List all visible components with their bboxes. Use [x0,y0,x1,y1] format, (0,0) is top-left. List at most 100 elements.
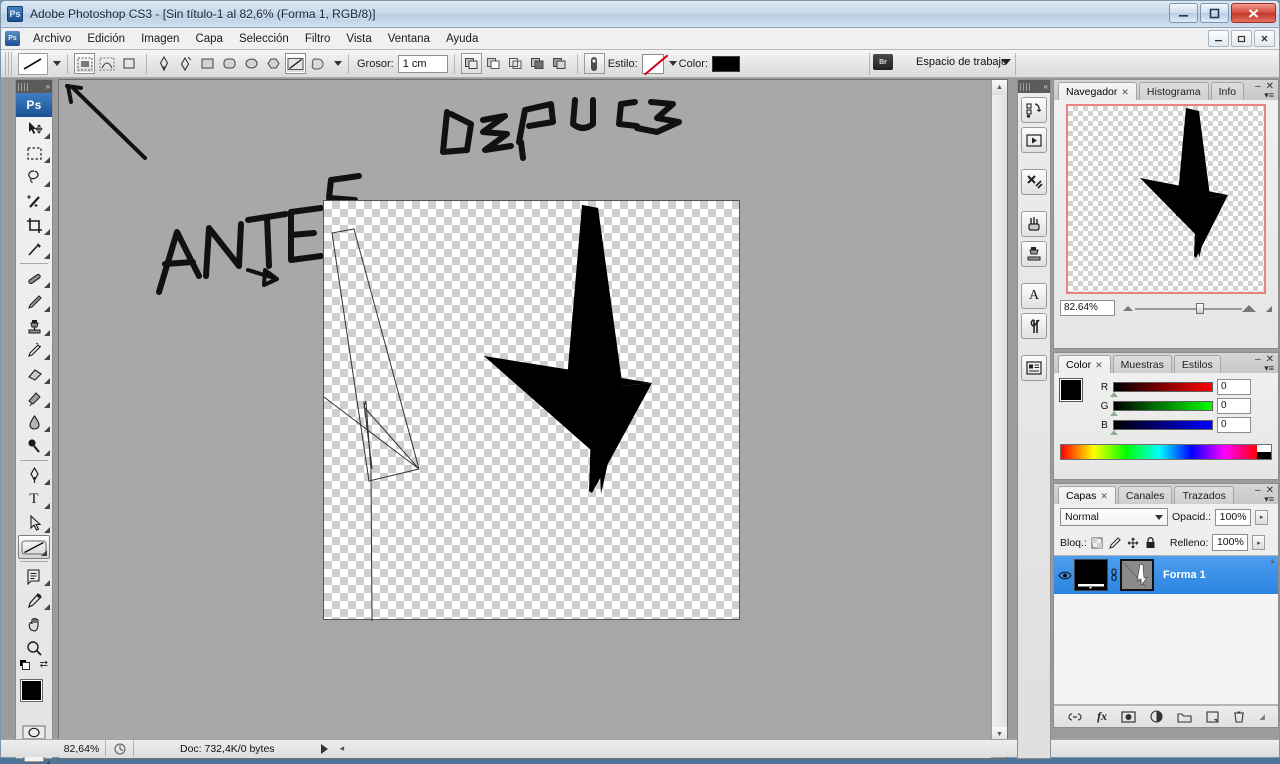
weight-input[interactable]: 1 cm [397,54,448,73]
minimize-icon[interactable]: – [1255,354,1261,365]
layer-name[interactable]: Forma 1 [1163,569,1206,581]
close-button[interactable] [1231,3,1276,23]
adjustment-layer-button[interactable] [1150,710,1163,723]
table-row[interactable]: Forma 1 [1054,556,1278,594]
lock-position-icon[interactable] [1127,537,1139,549]
close-icon[interactable]: ✕ [1121,87,1129,97]
menu-archivo[interactable]: Archivo [25,30,79,48]
magic-wand-tool[interactable] [16,189,52,213]
close-icon[interactable]: ✕ [1100,491,1108,501]
layer-list-scroll-up-icon[interactable]: ▲ [1269,558,1276,565]
blur-tool[interactable] [16,410,52,434]
rectangular-marquee-tool[interactable] [16,141,52,165]
pen-tool-icon[interactable] [153,53,174,74]
swap-colors-icon[interactable]: ⇄ [40,660,48,672]
add-to-shape-icon[interactable] [460,53,482,74]
type-tool[interactable]: T [16,487,52,511]
opacity-scrubber-icon[interactable]: ▸ [1255,509,1269,525]
tab-trazados[interactable]: Trazados [1174,486,1234,504]
opacity-input[interactable]: 100% [1215,508,1252,526]
zoom-in-icon[interactable] [1241,304,1256,312]
menu-filtro[interactable]: Filtro [297,30,339,48]
menu-seleccion[interactable]: Selección [231,30,297,48]
workspace-caret-icon[interactable] [1001,59,1011,65]
move-tool[interactable] [16,117,52,141]
navigator-zoom-slider[interactable] [1121,300,1260,316]
new-layer-button[interactable] [1206,710,1219,723]
workspace-button[interactable]: Br [873,54,893,70]
tab-muestras[interactable]: Muestras [1112,355,1172,373]
dodge-tool[interactable] [16,434,52,458]
menu-vista[interactable]: Vista [338,30,379,48]
custom-shape-icon[interactable] [307,53,328,74]
tab-estilos[interactable]: Estilos [1173,355,1221,373]
shape-layer-icon[interactable] [74,53,95,74]
tab-capas[interactable]: Capas ✕ [1058,486,1116,504]
brushes-icon[interactable] [1021,211,1047,237]
minimize-icon[interactable]: – [1255,81,1261,92]
tab-canales[interactable]: Canales [1117,486,1173,504]
blue-slider[interactable] [1110,420,1213,435]
fill-scrubber-icon[interactable]: ▸ [1252,535,1266,550]
polygon-icon[interactable] [263,53,284,74]
layer-style-icon[interactable] [583,53,605,74]
blackwhite-ramp[interactable] [1257,445,1271,459]
minimize-icon[interactable]: – [1255,485,1261,496]
brush-tool[interactable] [16,290,52,314]
layer-list[interactable]: Forma 1 ▲ [1054,555,1278,705]
animation-icon[interactable] [1021,127,1047,153]
tab-color[interactable]: Color ✕ [1058,355,1111,373]
navigator-zoom-field[interactable]: 82.64% [1060,300,1115,316]
line-icon[interactable] [285,53,306,74]
line-tool-icon[interactable] [18,52,48,75]
no-style-icon[interactable] [641,53,664,74]
layer-mask-button[interactable] [1121,710,1136,723]
red-slider[interactable] [1110,382,1213,397]
clone-source-icon[interactable] [1021,241,1047,267]
tab-histograma[interactable]: Histograma [1138,82,1209,100]
panel-menu-icon[interactable]: ▾≡ [1264,494,1274,505]
bridge-icon[interactable]: Br [873,54,893,70]
doc-close-button[interactable] [1254,30,1275,47]
paragraph-icon[interactable] [1021,313,1047,339]
menu-capa[interactable]: Capa [187,30,231,48]
menu-ayuda[interactable]: Ayuda [438,30,486,48]
slider-thumb[interactable] [1110,430,1118,435]
tab-navegador[interactable]: Navegador ✕ [1058,82,1137,100]
fill-pixels-icon[interactable] [118,53,139,74]
layer-style-button[interactable]: fx [1097,709,1107,724]
tab-info[interactable]: Info [1210,82,1245,100]
tool-preset-caret-icon[interactable] [53,61,61,66]
clone-stamp-tool[interactable] [16,314,52,338]
ellipse-icon[interactable] [241,53,262,74]
layer-thumbnail[interactable] [1074,559,1108,591]
menu-edicion[interactable]: Edición [79,30,133,48]
exclude-shape-icon[interactable] [527,53,548,74]
foreground-color-swatch[interactable] [20,679,43,702]
character-icon[interactable]: A [1021,283,1047,309]
layer-vector-mask-thumbnail[interactable] [1120,559,1154,591]
workspace-label[interactable]: Espacio de trabajo [916,56,1007,68]
subtract-from-shape-icon[interactable] [483,53,504,74]
menu-ventana[interactable]: Ventana [380,30,438,48]
panel-menu-icon[interactable]: ▾≡ [1264,363,1274,374]
link-layers-button[interactable] [1067,712,1083,722]
options-bar-grip[interactable] [5,51,14,76]
delete-layer-button[interactable] [1233,710,1245,723]
panel-menu-icon[interactable]: ▾≡ [1264,90,1274,101]
collapse-dock-icon[interactable]: « [1044,82,1048,91]
crop-tool[interactable] [16,213,52,237]
zoom-level-field[interactable]: 82,64% [58,740,106,757]
eraser-tool[interactable] [16,362,52,386]
panel-resize-grip-icon[interactable]: ◢ [1259,713,1264,721]
lock-all-icon[interactable] [1145,536,1156,549]
freeform-pen-icon[interactable] [175,53,196,74]
shape-options-caret-icon[interactable] [334,61,342,66]
gradient-tool[interactable] [16,386,52,410]
notes-tool[interactable] [16,564,52,588]
path-selection-tool[interactable] [16,511,52,535]
doc-minimize-button[interactable] [1208,30,1229,47]
brushes-preset-icon[interactable] [1021,97,1047,123]
status-popup-button[interactable] [320,743,328,754]
scroll-up-button[interactable]: ▲ [992,80,1007,95]
